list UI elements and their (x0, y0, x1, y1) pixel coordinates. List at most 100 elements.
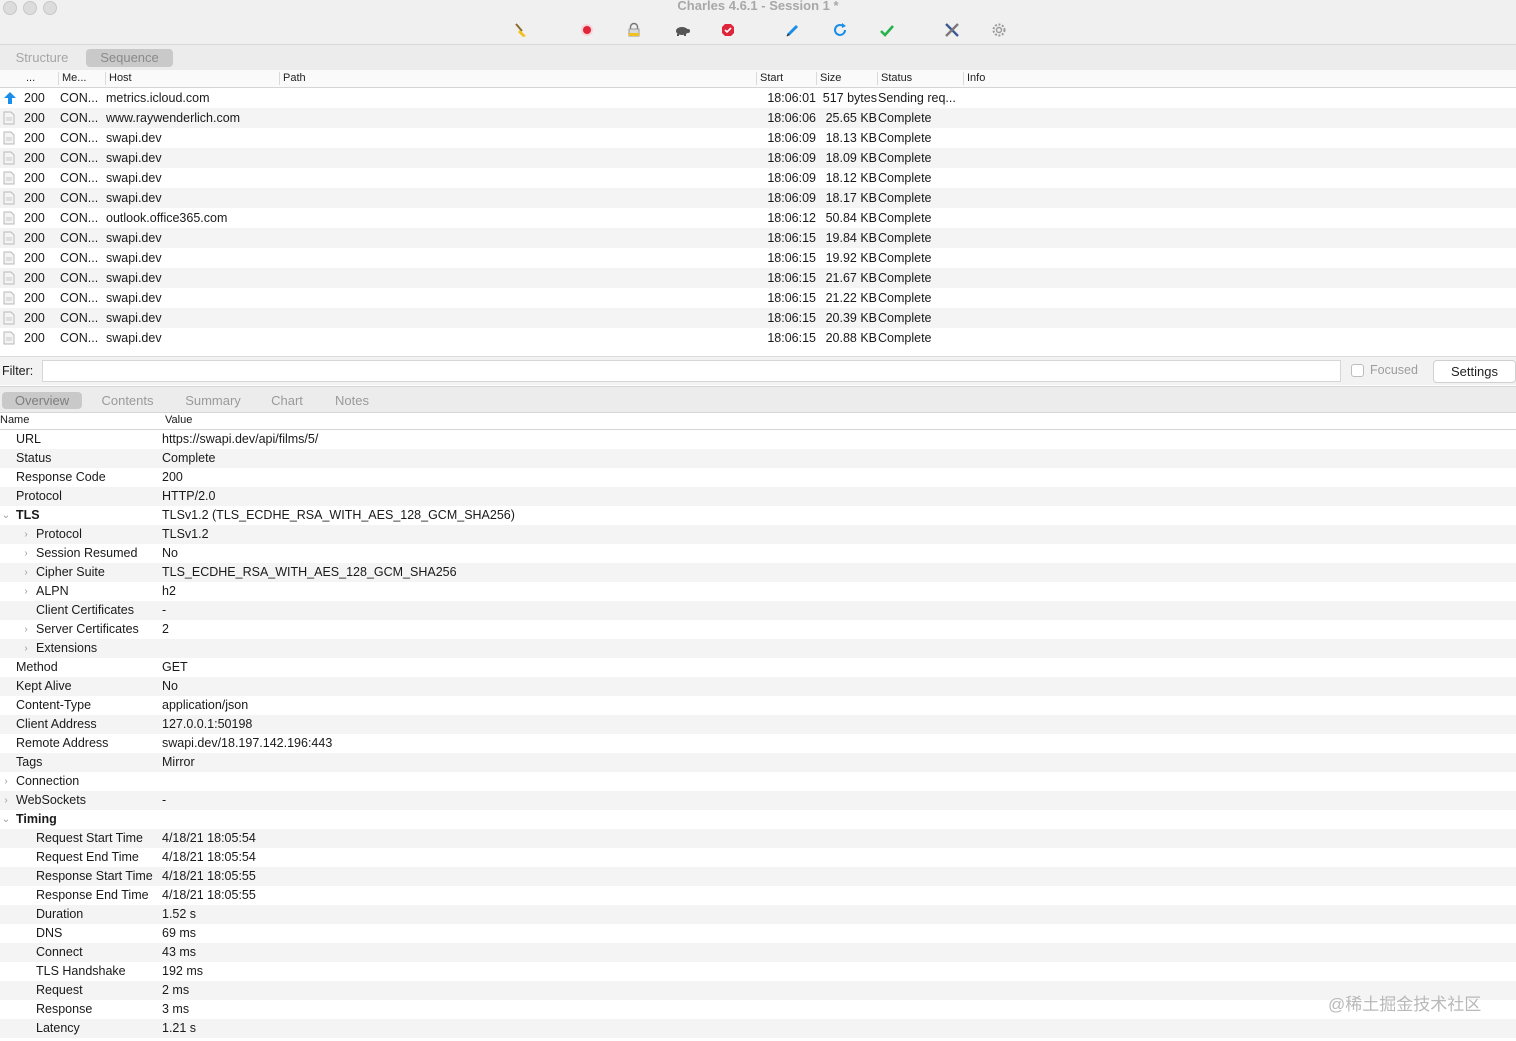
broom-icon[interactable] (510, 19, 532, 41)
property-row[interactable]: › Connection (0, 772, 1516, 791)
turtle-icon[interactable] (671, 19, 693, 41)
chevron-right-icon[interactable]: › (21, 563, 31, 582)
row-start: 18:06:12 (767, 211, 816, 225)
property-row[interactable]: Response End Time 4/18/21 18:05:55 (0, 886, 1516, 905)
breakpoint-icon[interactable] (717, 19, 739, 41)
property-row[interactable]: Request 2 ms (0, 981, 1516, 1000)
property-row[interactable]: Response Code 200 (0, 468, 1516, 487)
column-header-size[interactable]: Size (816, 72, 876, 85)
table-row[interactable]: 200 CON... swapi.dev 18:06:09 18.17 KB Comple… (0, 188, 1516, 208)
property-row[interactable]: Kept Alive No (0, 677, 1516, 696)
property-row[interactable]: › Extensions (0, 639, 1516, 658)
table-row[interactable]: 200 CON... swapi.dev 18:06:15 19.92 KB Comple… (0, 248, 1516, 268)
tab-notes[interactable]: Notes (327, 392, 377, 409)
check-icon[interactable] (876, 19, 898, 41)
chevron-right-icon[interactable]: › (21, 620, 31, 639)
focused-label: Focused (1370, 363, 1418, 377)
record-icon[interactable] (576, 19, 598, 41)
row-start: 18:06:15 (767, 271, 816, 285)
pen-icon[interactable] (782, 19, 804, 41)
tab-chart[interactable]: Chart (263, 392, 311, 409)
gear-icon[interactable] (988, 19, 1010, 41)
focused-checkbox[interactable] (1351, 364, 1364, 377)
chevron-down-icon[interactable]: ⌄ (1, 810, 11, 829)
property-row[interactable]: Connect 43 ms (0, 943, 1516, 962)
column-header-status[interactable]: Status (877, 72, 961, 85)
property-row[interactable]: › ALPN h2 (0, 582, 1516, 601)
property-row[interactable]: Method GET (0, 658, 1516, 677)
row-status: Complete (878, 251, 932, 265)
property-row[interactable]: DNS 69 ms (0, 924, 1516, 943)
column-header-info[interactable]: Info (963, 72, 1027, 85)
table-row[interactable]: 200 CON... swapi.dev 18:06:15 20.88 KB Comple… (0, 328, 1516, 348)
column-header-value[interactable]: Value (165, 414, 192, 426)
column-header-host[interactable]: Host (105, 72, 279, 85)
chevron-right-icon[interactable]: › (21, 639, 31, 658)
property-row[interactable]: › Cipher Suite TLS_ECDHE_RSA_WITH_AES_128_… (0, 563, 1516, 582)
property-row[interactable]: Response Start Time 4/18/21 18:05:55 (0, 867, 1516, 886)
tab-structure[interactable]: Structure (4, 49, 80, 67)
table-row[interactable]: 200 CON... swapi.dev 18:06:15 20.39 KB Comple… (0, 308, 1516, 328)
table-row[interactable]: 200 CON... swapi.dev 18:06:15 21.22 KB Comple… (0, 288, 1516, 308)
property-row[interactable]: Tags Mirror (0, 753, 1516, 772)
chevron-right-icon[interactable]: › (1, 772, 11, 791)
column-header-code[interactable]: ... (23, 72, 56, 85)
property-row[interactable]: Latency 1.21 s (0, 1019, 1516, 1038)
property-row[interactable]: Request End Time 4/18/21 18:05:54 (0, 848, 1516, 867)
property-row[interactable]: › Server Certificates 2 (0, 620, 1516, 639)
refresh-icon[interactable] (829, 19, 851, 41)
chevron-right-icon[interactable]: › (21, 582, 31, 601)
property-name: DNS (36, 926, 63, 940)
property-name: Protocol (16, 489, 62, 503)
column-header-method[interactable]: Me... (58, 72, 106, 85)
property-row[interactable]: Request Start Time 4/18/21 18:05:54 (0, 829, 1516, 848)
table-row[interactable]: 200 CON... outlook.office365.com 18:06:12 50… (0, 208, 1516, 228)
settings-button[interactable]: Settings (1433, 360, 1516, 383)
property-row[interactable]: Status Complete (0, 449, 1516, 468)
property-row[interactable]: Client Certificates - (0, 601, 1516, 620)
document-icon (3, 211, 15, 225)
row-size: 18.13 KB (825, 131, 877, 145)
tab-contents[interactable]: Contents (93, 392, 162, 409)
chevron-right-icon[interactable]: › (1, 791, 11, 810)
property-row[interactable]: TLS Handshake 192 ms (0, 962, 1516, 981)
property-row[interactable]: URL https://swapi.dev/api/films/5/ (0, 430, 1516, 449)
property-row[interactable]: Duration 1.52 s (0, 905, 1516, 924)
table-row[interactable]: 200 CON... swapi.dev 18:06:09 18.12 KB Comple… (0, 168, 1516, 188)
column-header-path[interactable]: Path (279, 72, 757, 85)
property-row[interactable]: Response 3 ms (0, 1000, 1516, 1019)
chevron-right-icon[interactable]: › (21, 525, 31, 544)
row-code: 200 (24, 291, 45, 305)
property-row[interactable]: › WebSockets - (0, 791, 1516, 810)
property-row[interactable]: › Session Resumed No (0, 544, 1516, 563)
property-row[interactable]: Client Address 127.0.0.1:50198 (0, 715, 1516, 734)
filter-input[interactable] (42, 360, 1341, 382)
row-status: Complete (878, 131, 932, 145)
row-start: 18:06:15 (767, 231, 816, 245)
table-row[interactable]: 200 CON... www.raywenderlich.com 18:06:06 25… (0, 108, 1516, 128)
column-header-name[interactable]: Name (0, 414, 29, 426)
property-name: WebSockets (16, 793, 86, 807)
tab-sequence[interactable]: Sequence (86, 49, 173, 67)
row-start: 18:06:09 (767, 151, 816, 165)
tab-summary[interactable]: Summary (178, 392, 248, 409)
property-row[interactable]: Remote Address swapi.dev/18.197.142.196:4… (0, 734, 1516, 753)
property-row[interactable]: Protocol HTTP/2.0 (0, 487, 1516, 506)
property-row[interactable]: Content-Type application/json (0, 696, 1516, 715)
tools-icon[interactable] (941, 19, 963, 41)
property-row[interactable]: ⌄ TLS TLSv1.2 (TLS_ECDHE_RSA_WITH_AES_128_… (0, 506, 1516, 525)
chevron-down-icon[interactable]: ⌄ (1, 506, 11, 525)
table-row[interactable]: 200 CON... swapi.dev 18:06:09 18.09 KB Comple… (0, 148, 1516, 168)
row-host: swapi.dev (106, 331, 162, 345)
column-header-start[interactable]: Start (756, 72, 815, 85)
property-row[interactable]: ⌄ Timing (0, 810, 1516, 829)
table-row[interactable]: 200 CON... swapi.dev 18:06:15 21.67 KB Comple… (0, 268, 1516, 288)
row-method: CON... (60, 211, 99, 225)
tab-overview[interactable]: Overview (2, 392, 82, 409)
chevron-right-icon[interactable]: › (21, 544, 31, 563)
table-row[interactable]: 200 CON... swapi.dev 18:06:15 19.84 KB Comple… (0, 228, 1516, 248)
property-row[interactable]: › Protocol TLSv1.2 (0, 525, 1516, 544)
lock-icon[interactable] (623, 19, 645, 41)
table-row[interactable]: 200 CON... metrics.icloud.com 18:06:01 517 b… (0, 88, 1516, 108)
table-row[interactable]: 200 CON... swapi.dev 18:06:09 18.13 KB Comple… (0, 128, 1516, 148)
